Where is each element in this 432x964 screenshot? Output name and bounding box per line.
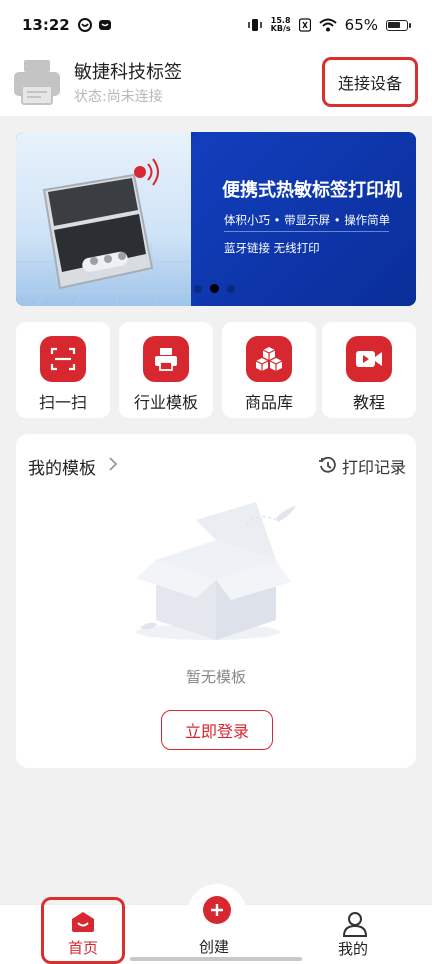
quick-industry-templates-label: 行业模板 <box>133 393 198 412</box>
home-icon <box>72 912 94 932</box>
banner-product-area <box>16 132 191 306</box>
empty-templates-text: 暂无模板 <box>185 668 246 686</box>
chevron-right-icon[interactable] <box>108 456 118 472</box>
banner-dot[interactable] <box>227 284 235 293</box>
battery-icon <box>386 19 411 31</box>
quick-tutorial[interactable]: 教程 <box>322 322 416 418</box>
quick-industry-templates[interactable]: 行业模板 <box>119 322 213 418</box>
quick-product-library[interactable]: 商品库 <box>222 322 316 418</box>
battery-percent: 65% <box>344 16 378 34</box>
promo-banner[interactable]: 便携式热敏标签打印机 体积小巧 • 带显示屏 • 操作简单 蓝牙链接 无线打印 <box>16 132 416 306</box>
quick-product-library-label: 商品库 <box>244 393 293 412</box>
network-speed: 15.8 KB/s <box>271 17 291 33</box>
my-templates-card: 我的模板 打印记录 暂无模板 立即登录 <box>16 434 416 768</box>
tab-create-label[interactable]: 创建 <box>199 936 229 957</box>
quick-scan-label: 扫一扫 <box>38 393 87 412</box>
tab-home-label: 首页 <box>67 939 98 957</box>
device-name: 敏捷科技标签 <box>74 62 182 83</box>
tab-home[interactable]: 首页 <box>41 897 125 964</box>
device-header: 敏捷科技标签 状态:尚未连接 连接设备 <box>0 50 432 116</box>
home-indicator <box>130 957 302 961</box>
banner-title: 便携式热敏标签打印机 <box>222 180 402 201</box>
create-plus-icon[interactable] <box>203 896 231 924</box>
my-templates-title[interactable]: 我的模板 <box>28 454 96 479</box>
banner-divider <box>224 231 389 232</box>
user-icon[interactable] <box>341 910 369 938</box>
device-status: 状态:尚未连接 <box>74 89 163 105</box>
banner-dot-active[interactable] <box>210 284 219 293</box>
print-record-link[interactable]: 打印记录 <box>318 454 406 478</box>
banner-subtitle-bluetooth: 蓝牙链接 无线打印 <box>224 241 320 255</box>
vibrate-icon <box>247 19 262 31</box>
banner-subtitle-features: 体积小巧 • 带显示屏 • 操作简单 <box>224 213 391 227</box>
print-record-label: 打印记录 <box>341 458 406 477</box>
quick-scan[interactable]: 扫一扫 <box>16 322 110 418</box>
tab-me-label[interactable]: 我的 <box>338 938 368 959</box>
empty-box-illustration <box>136 502 296 640</box>
network-speed-unit: KB/s <box>270 24 291 33</box>
connect-device-button[interactable]: 连接设备 <box>322 57 418 107</box>
portable-printer-image <box>42 158 159 290</box>
status-bar: 13:22 15.8 KB/s 65% <box>0 0 432 50</box>
quick-tutorial-label: 教程 <box>352 393 385 412</box>
scan-icon <box>40 336 86 382</box>
video-icon <box>346 336 392 382</box>
wifi-icon <box>318 18 337 32</box>
login-now-button[interactable]: 立即登录 <box>161 710 273 750</box>
banner-dot[interactable] <box>194 284 202 293</box>
app-notification-icon <box>77 18 92 32</box>
printer-icon <box>14 60 60 105</box>
printer-icon <box>143 336 189 382</box>
status-time: 13:22 <box>22 16 70 34</box>
boxes-icon <box>246 336 292 382</box>
status-notification-icons <box>77 18 112 32</box>
history-icon <box>318 456 336 473</box>
message-notification-icon <box>98 20 111 30</box>
banner-pagination <box>194 284 235 293</box>
signal-x-icon <box>298 18 311 32</box>
